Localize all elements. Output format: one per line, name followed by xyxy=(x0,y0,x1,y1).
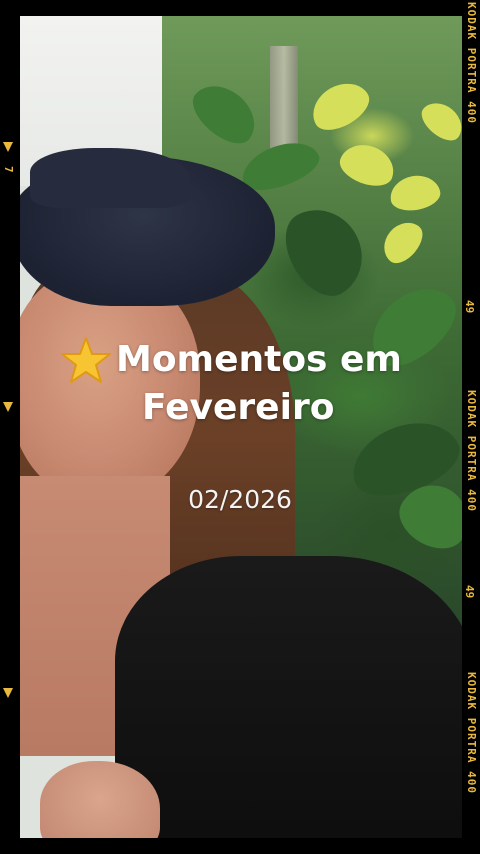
star-icon xyxy=(61,337,111,383)
film-marker-triangle xyxy=(3,402,13,412)
black-shirt xyxy=(115,556,462,838)
frame-number: 49 xyxy=(463,300,476,314)
film-border-bottom xyxy=(0,838,480,854)
frame-number-left: 7 xyxy=(2,166,15,173)
date-label: 02/2026 xyxy=(188,485,292,514)
film-marker-triangle xyxy=(3,688,13,698)
frame-number: 49 xyxy=(463,585,476,599)
film-border-top xyxy=(0,0,480,16)
overlay-title: Momentos em Fevereiro xyxy=(60,336,440,432)
title-line-2: Fevereiro xyxy=(142,387,335,428)
hat-crown xyxy=(30,148,190,208)
story-frame: KODAK PORTRA 400 49 KODAK PORTRA 400 49 … xyxy=(0,0,480,854)
film-brand-mark: KODAK PORTRA 400 xyxy=(465,2,478,124)
film-marker-triangle xyxy=(3,142,13,152)
film-border-left xyxy=(0,0,20,854)
title-line-1: Momentos em xyxy=(116,339,402,380)
film-brand-mark: KODAK PORTRA 400 xyxy=(465,672,478,794)
